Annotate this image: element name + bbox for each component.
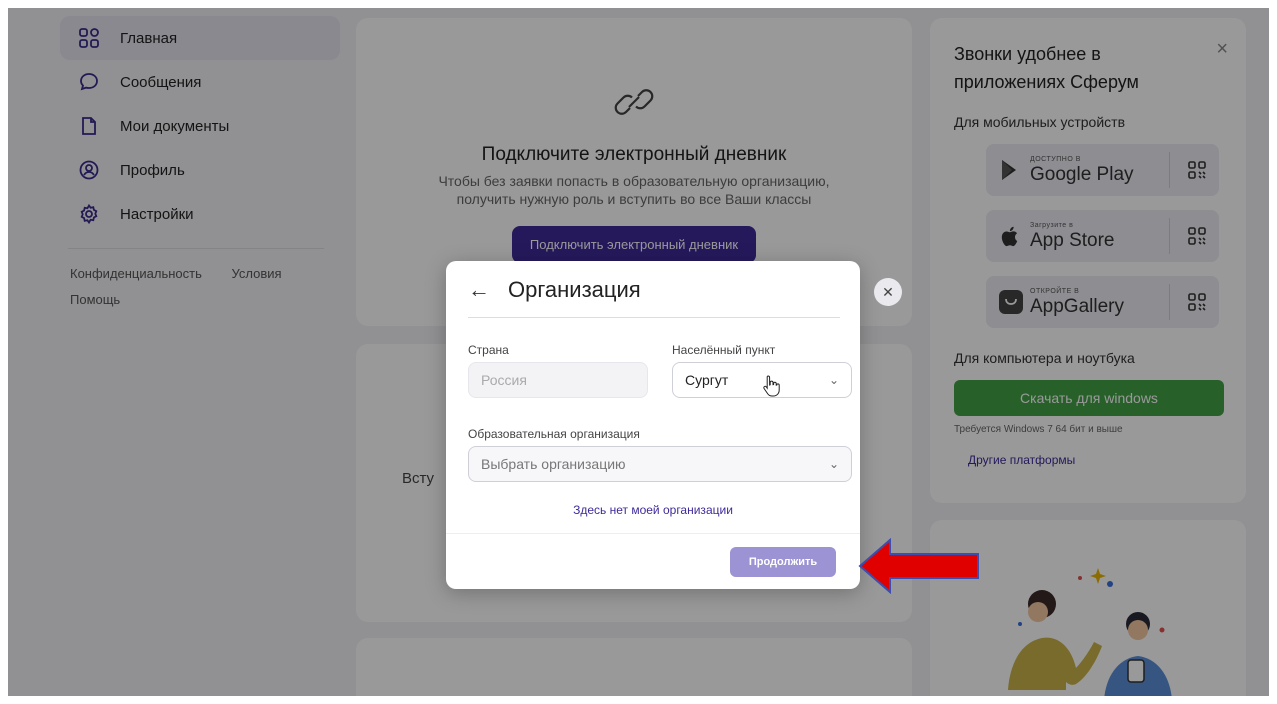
organization-modal: ← Организация Страна Россия Населённый п… bbox=[446, 261, 860, 589]
header-divider bbox=[468, 317, 840, 318]
country-label: Страна bbox=[468, 343, 509, 357]
city-value: Сургут bbox=[685, 372, 729, 388]
chevron-down-icon: ⌄ bbox=[828, 373, 839, 387]
modal-title: Организация bbox=[508, 277, 641, 302]
organization-placeholder: Выбрать организацию bbox=[481, 456, 626, 472]
organization-label: Образовательная организация bbox=[468, 427, 640, 441]
chevron-down-icon: ⌄ bbox=[828, 457, 839, 471]
annotation-arrow-icon bbox=[858, 538, 979, 594]
city-label: Населённый пункт bbox=[672, 343, 776, 357]
modal-header: ← Организация bbox=[468, 277, 641, 303]
org-not-found-link[interactable]: Здесь нет моей организации bbox=[446, 503, 860, 517]
app-window: Главная Сообщения Мои документы Профиль … bbox=[8, 8, 1269, 696]
continue-button[interactable]: Продолжить bbox=[730, 547, 836, 577]
footer-divider bbox=[446, 533, 860, 534]
country-field: Россия bbox=[468, 362, 648, 398]
back-arrow-icon[interactable]: ← bbox=[468, 277, 490, 303]
modal-close-icon[interactable]: ✕ bbox=[874, 278, 902, 306]
hand-cursor-icon bbox=[763, 375, 780, 397]
organization-select[interactable]: Выбрать организацию ⌄ bbox=[468, 446, 852, 482]
